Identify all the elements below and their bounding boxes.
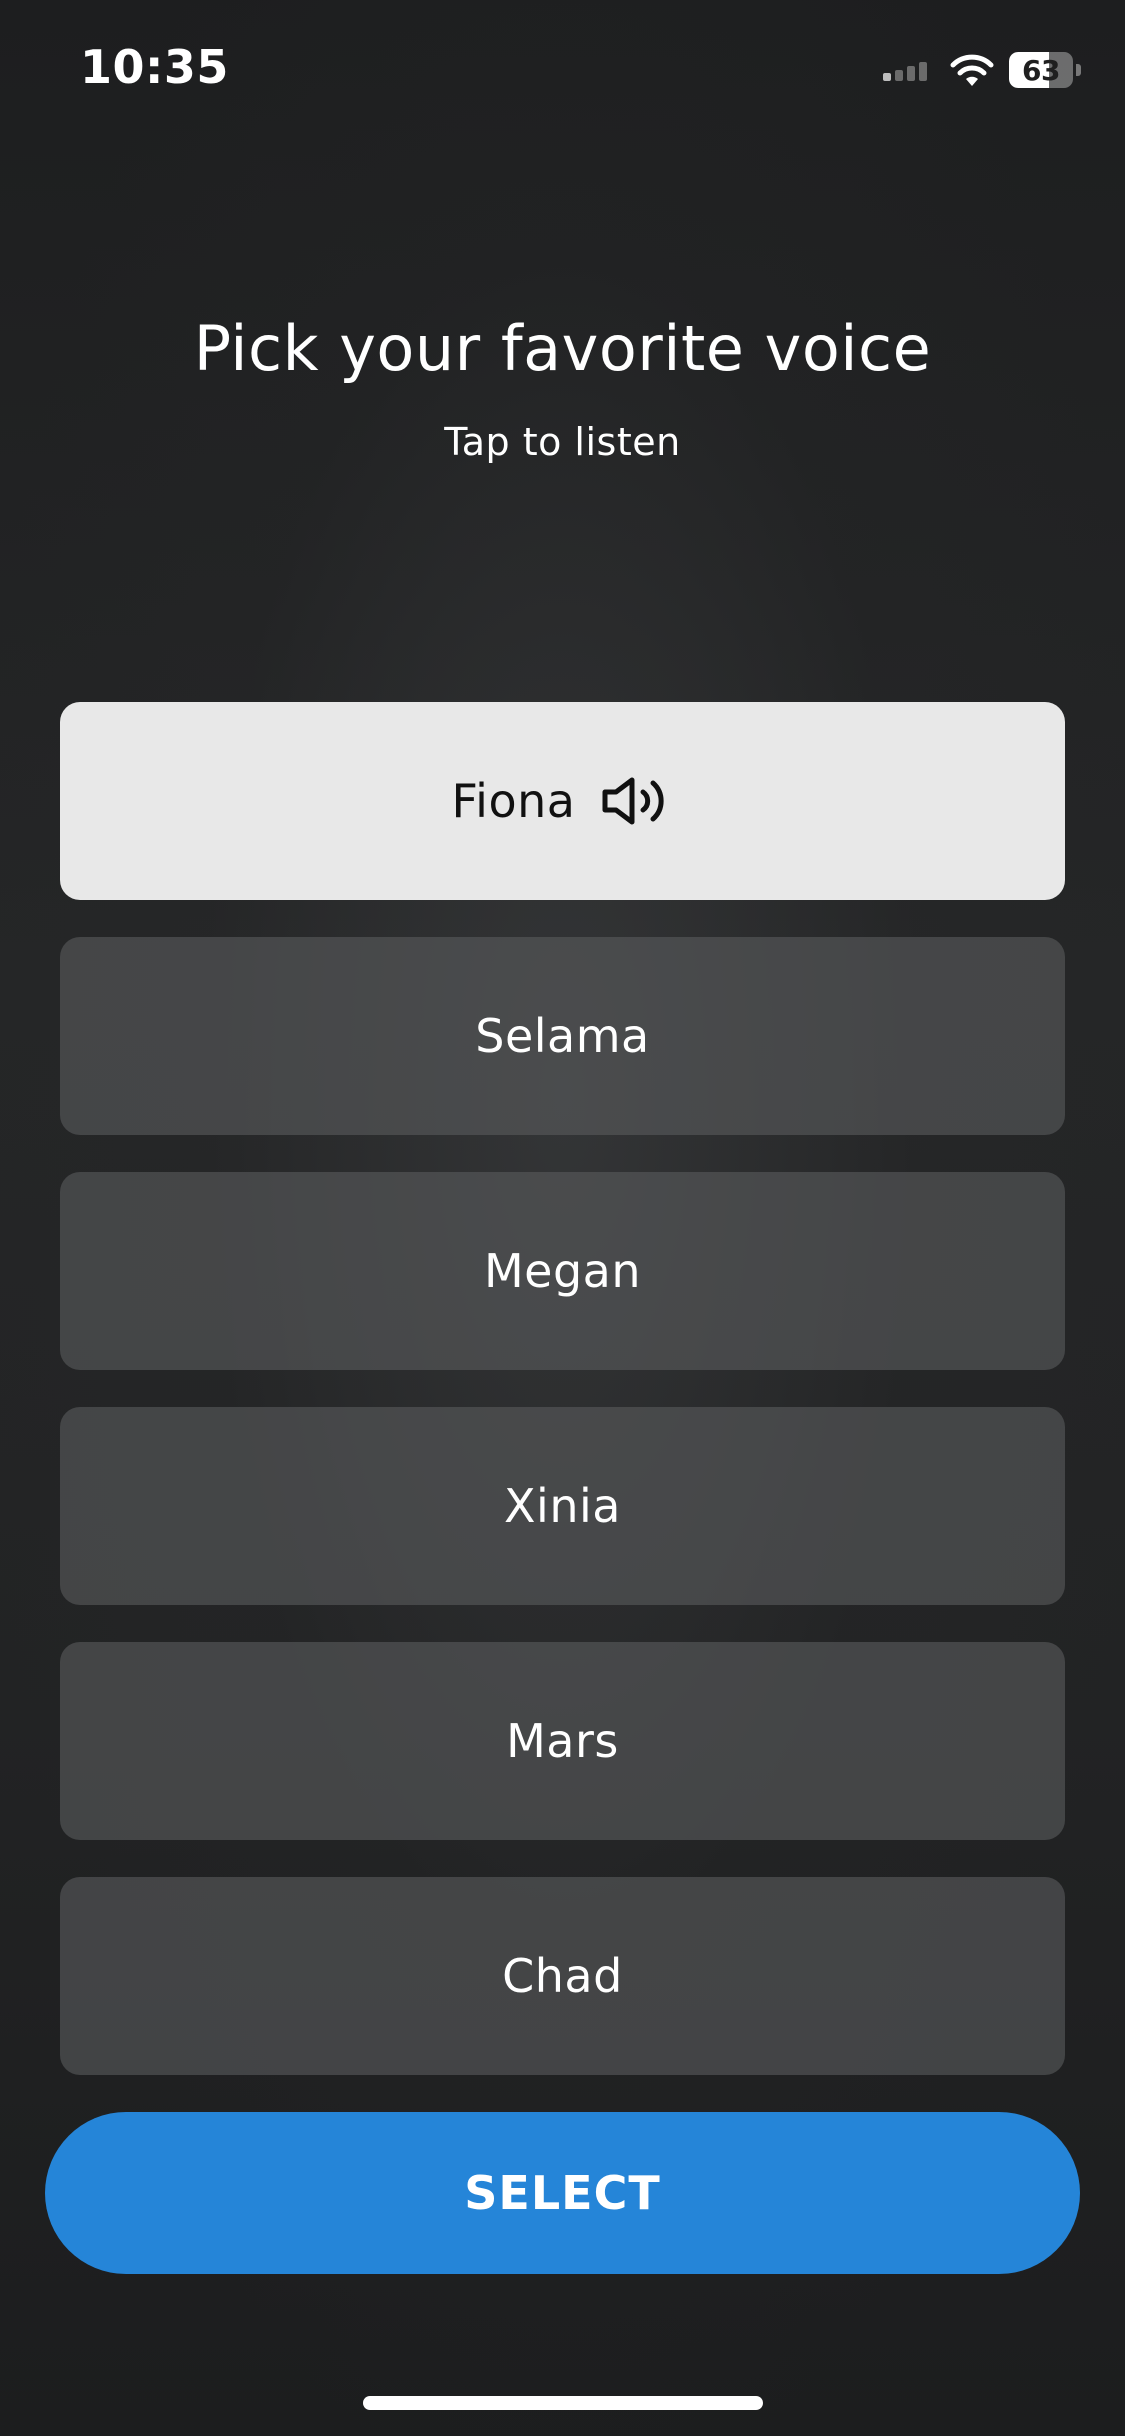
voice-option-label: Mars: [506, 1714, 619, 1768]
voice-option-fiona[interactable]: Fiona: [60, 702, 1065, 900]
voice-option-label: Fiona: [451, 774, 576, 828]
voice-option-label: Chad: [502, 1949, 623, 2003]
voice-picker-screen: 10:35 63 Pick your favorite voice Tap to…: [0, 0, 1125, 2436]
status-icons: 63: [883, 48, 1081, 92]
battery-tip: [1076, 64, 1081, 76]
status-bar: 10:35 63: [0, 0, 1125, 140]
wifi-icon: [950, 54, 994, 86]
page-title: Pick your favorite voice: [193, 312, 932, 385]
battery-level: 63: [1022, 53, 1060, 87]
status-time: 10:35: [80, 40, 229, 94]
voice-option-label: Selama: [475, 1009, 650, 1063]
voice-option-mars[interactable]: Mars: [60, 1642, 1065, 1840]
voice-option-label: Xinia: [504, 1479, 621, 1533]
voice-option-chad[interactable]: Chad: [60, 1877, 1065, 2075]
voice-option-xinia[interactable]: Xinia: [60, 1407, 1065, 1605]
cellular-signal-icon: [883, 59, 931, 81]
voice-option-label: Megan: [483, 1244, 642, 1298]
voice-option-megan[interactable]: Megan: [60, 1172, 1065, 1370]
select-button[interactable]: SELECT: [45, 2112, 1080, 2274]
voice-option-selama[interactable]: Selama: [60, 937, 1065, 1135]
home-indicator[interactable]: [363, 2396, 763, 2410]
page-subtitle: Tap to listen: [444, 420, 681, 464]
battery-icon: 63: [1009, 52, 1073, 88]
speaker-icon: [602, 777, 665, 825]
